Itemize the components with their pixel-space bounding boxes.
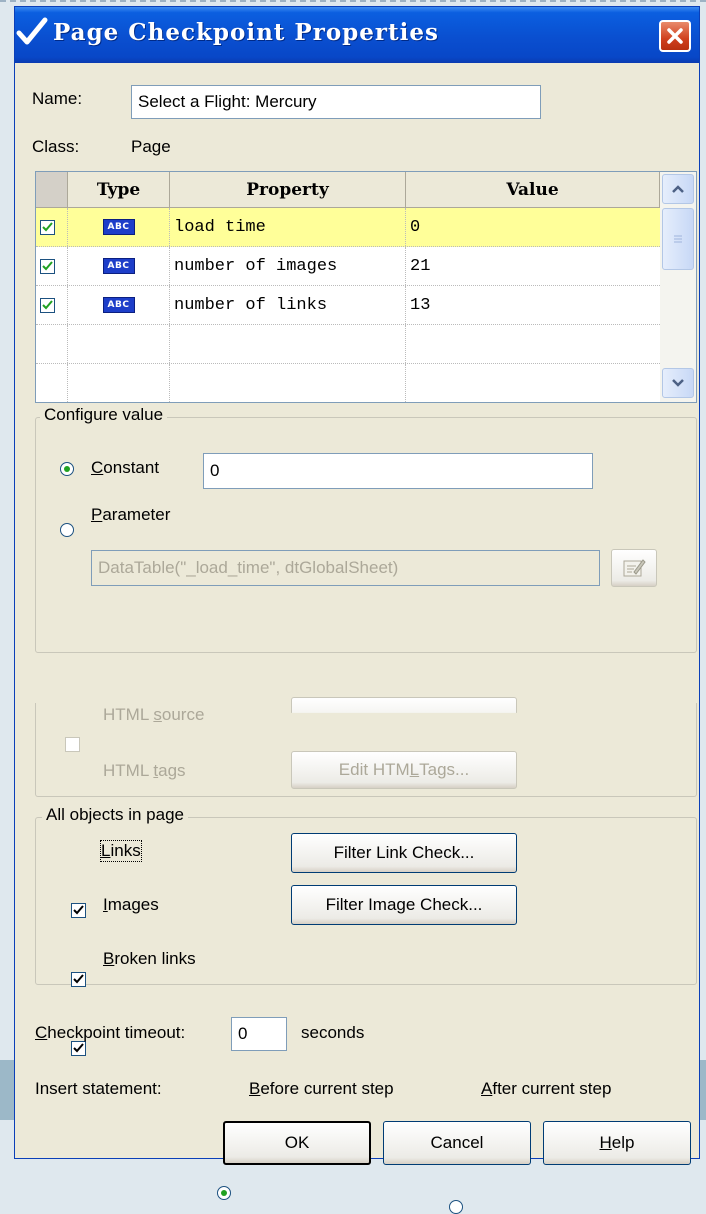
html-source-label[interactable]: HTML source bbox=[103, 705, 204, 725]
window-title: Page Checkpoint Properties bbox=[53, 19, 439, 46]
broken-links-checkbox[interactable] bbox=[71, 1041, 86, 1056]
checkmark-icon bbox=[42, 221, 53, 231]
checkmark-icon bbox=[42, 299, 53, 309]
cancel-button[interactable]: Cancel bbox=[383, 1121, 531, 1165]
insert-before-label[interactable]: Before current step bbox=[249, 1079, 394, 1099]
abc-type-icon: ABC bbox=[102, 219, 135, 235]
checkpoint-timeout-label: Checkpoint timeout: bbox=[35, 1023, 186, 1042]
value-cell[interactable]: 13 bbox=[406, 286, 662, 324]
grid-vertical-scrollbar[interactable] bbox=[660, 172, 696, 402]
checkmark-icon bbox=[73, 905, 84, 915]
grid-select-all[interactable] bbox=[36, 172, 68, 208]
broken-links-label[interactable]: Broken links bbox=[103, 949, 196, 969]
filter-link-check-button[interactable]: Filter Link Check... bbox=[291, 833, 517, 873]
checkmark-icon bbox=[73, 974, 84, 984]
parameter-label[interactable]: Parameter bbox=[91, 505, 170, 525]
all-objects-title: All objects in page bbox=[42, 805, 188, 825]
edit-parameter-icon bbox=[623, 559, 646, 577]
links-checkbox[interactable] bbox=[71, 903, 86, 918]
close-icon bbox=[667, 28, 683, 44]
images-label[interactable]: Images bbox=[103, 895, 159, 915]
table-row-empty[interactable] bbox=[36, 364, 662, 402]
parameter-options-button[interactable] bbox=[611, 549, 657, 587]
checkmark-icon bbox=[42, 260, 53, 270]
property-cell: number of images bbox=[170, 247, 406, 285]
edit-html-tags-button[interactable]: Edit HTM L Tags... bbox=[291, 751, 517, 789]
arrow-down-icon bbox=[672, 379, 684, 387]
scroll-up-button[interactable] bbox=[662, 174, 694, 204]
column-header-property[interactable]: Property bbox=[170, 172, 406, 208]
html-tags-label[interactable]: HTML tags bbox=[103, 761, 186, 781]
checkpoint-timeout-input[interactable]: 0 bbox=[231, 1017, 287, 1051]
properties-grid[interactable]: Type Property Value ABC load time 0 ABC bbox=[35, 171, 697, 403]
dialog-window: Page Checkpoint Properties Name: Select … bbox=[14, 6, 700, 1214]
checkmark-icon bbox=[73, 1043, 84, 1053]
parameter-value-field: DataTable("_load_time", dtGlobalSheet) bbox=[91, 550, 600, 586]
parameter-radio[interactable] bbox=[60, 523, 74, 537]
html-source-checkbox[interactable] bbox=[65, 737, 80, 752]
links-label[interactable]: Links bbox=[100, 840, 142, 862]
checkpoint-check-icon bbox=[16, 17, 48, 45]
scroll-down-button[interactable] bbox=[662, 368, 694, 398]
table-row[interactable]: ABC load time 0 bbox=[36, 208, 662, 247]
insert-statement-label: Insert statement: bbox=[35, 1079, 162, 1098]
value-cell[interactable]: 0 bbox=[406, 208, 662, 246]
abc-type-icon: ABC bbox=[102, 258, 135, 274]
row-checkbox[interactable] bbox=[40, 219, 55, 235]
title-bar[interactable]: Page Checkpoint Properties bbox=[15, 7, 699, 63]
table-row-empty[interactable] bbox=[36, 325, 662, 364]
configure-value-title: Configure value bbox=[40, 405, 168, 425]
table-row[interactable]: ABC number of links 13 bbox=[36, 286, 662, 325]
timeout-unit: seconds bbox=[301, 1023, 365, 1042]
value-cell[interactable]: 21 bbox=[406, 247, 662, 285]
property-cell: number of links bbox=[170, 286, 406, 324]
insert-after-label[interactable]: After current step bbox=[481, 1079, 611, 1099]
background-dashed-line bbox=[0, 0, 706, 5]
filter-image-check-button[interactable]: Filter Image Check... bbox=[291, 885, 517, 925]
insert-after-radio[interactable] bbox=[449, 1200, 463, 1214]
name-field[interactable]: Select a Flight: Mercury bbox=[131, 85, 541, 119]
name-label: Name: bbox=[32, 89, 83, 108]
class-value: Page bbox=[131, 137, 171, 156]
class-label: Class: bbox=[32, 137, 80, 156]
table-row[interactable]: ABC number of images 21 bbox=[36, 247, 662, 286]
property-cell: load time bbox=[170, 208, 406, 246]
constant-value-input[interactable]: 0 bbox=[203, 453, 593, 489]
ok-button[interactable]: OK bbox=[223, 1121, 371, 1165]
constant-radio[interactable] bbox=[60, 462, 74, 476]
images-checkbox[interactable] bbox=[71, 972, 86, 987]
arrow-up-icon bbox=[672, 185, 684, 193]
column-header-type[interactable]: Type bbox=[68, 172, 170, 208]
abc-type-icon: ABC bbox=[102, 297, 135, 313]
row-checkbox[interactable] bbox=[40, 258, 55, 274]
scroll-thumb[interactable] bbox=[662, 208, 694, 270]
constant-label[interactable]: Constant bbox=[91, 458, 159, 478]
grip-icon bbox=[674, 235, 682, 243]
insert-before-radio[interactable] bbox=[217, 1186, 231, 1200]
close-button[interactable] bbox=[659, 20, 691, 52]
column-header-value[interactable]: Value bbox=[406, 172, 660, 208]
row-checkbox[interactable] bbox=[40, 297, 55, 313]
help-button[interactable]: Help bbox=[543, 1121, 691, 1165]
